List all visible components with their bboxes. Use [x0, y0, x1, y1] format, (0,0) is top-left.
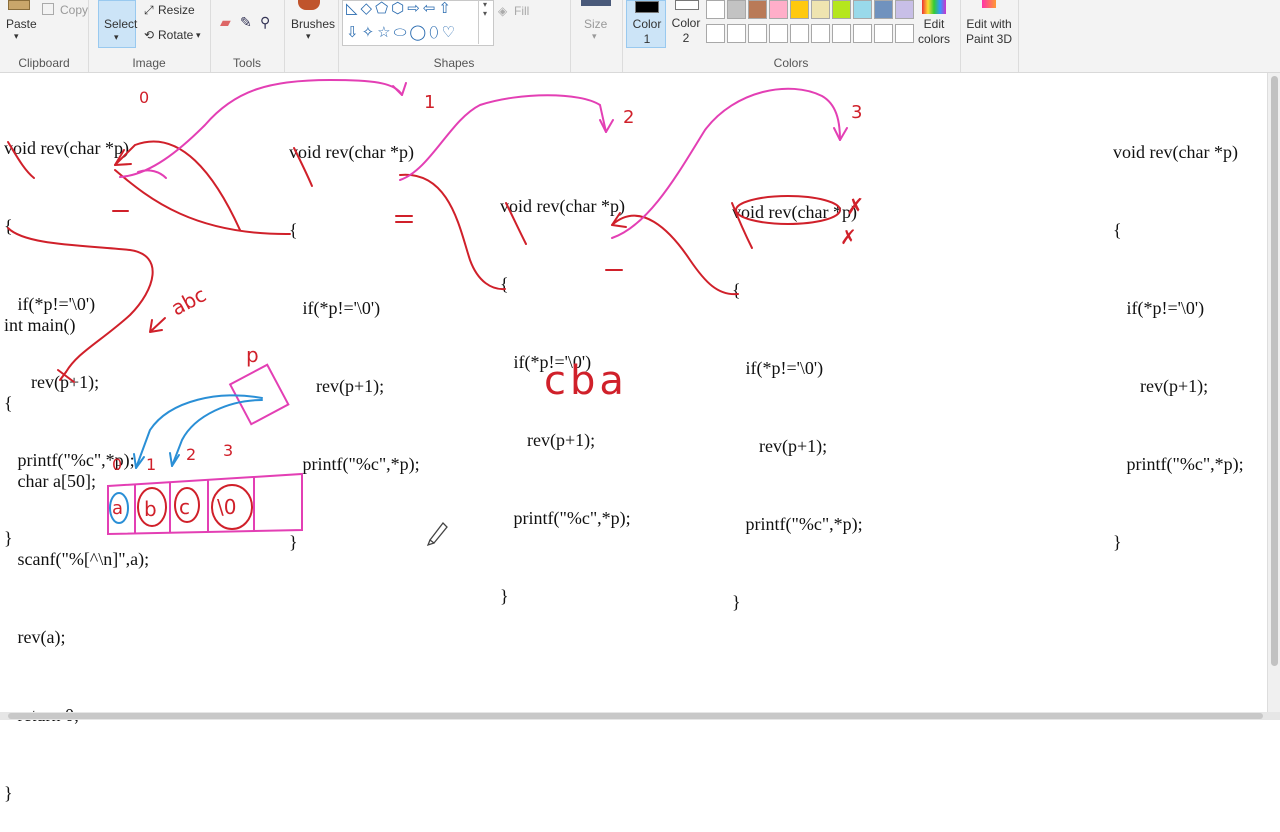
cross-mark-if: ✗ [846, 195, 864, 220]
red-mark-frame2 [505, 202, 527, 245]
index-label-1: 1 [146, 455, 156, 474]
frame-number-1: 1 [424, 92, 435, 113]
cross-mark-rev: ✗ [840, 225, 857, 249]
red-return-frame0-to-frame1 [114, 169, 291, 236]
red-arrow-reva [57, 369, 75, 383]
red-circle-if-frame3 [735, 195, 841, 225]
red-mark-frame0 [7, 141, 35, 179]
magenta-arrow-frame0-to-frame1 [119, 78, 403, 178]
magenta-small-mark [137, 169, 167, 179]
vertical-scroll-thumb[interactable] [1271, 76, 1278, 666]
red-return-frame0-to-main [7, 227, 154, 373]
red-mark-frame3 [731, 202, 753, 249]
frame-number-2: 2 [623, 107, 634, 128]
frame-number-3: 3 [851, 102, 862, 123]
array-cell-c: c [179, 495, 190, 519]
array-cell-b: b [144, 497, 157, 521]
frame-number-0: 0 [139, 88, 149, 107]
output-text-cba: cba [544, 358, 628, 404]
magenta-arrow-head-1 [392, 82, 407, 96]
horizontal-scroll-thumb[interactable] [8, 713, 1263, 719]
pointer-label-p: p [246, 343, 259, 367]
input-label-abc: abc [167, 282, 210, 320]
ink-annotations: 0 1 2 3 abc p 0 1 2 3 a b c \0 cba ✗ ✗ [7, 78, 864, 547]
index-label-3: 3 [223, 441, 233, 460]
red-mark-frame1 [293, 147, 313, 187]
array-cell-a: a [112, 498, 123, 519]
magenta-arrow-head-2 [599, 119, 614, 133]
array-cell-null: \0 [217, 495, 236, 519]
index-label-2: 2 [186, 445, 196, 464]
magenta-arrow-frame2-to-frame3 [611, 87, 841, 239]
red-arrow-abc [149, 317, 166, 333]
magenta-array-outline [107, 472, 303, 536]
pencil-cursor-icon [426, 522, 448, 547]
code-line: } [4, 783, 13, 803]
red-arrow-frame1-call [399, 173, 506, 291]
index-label-0: 0 [112, 455, 122, 474]
